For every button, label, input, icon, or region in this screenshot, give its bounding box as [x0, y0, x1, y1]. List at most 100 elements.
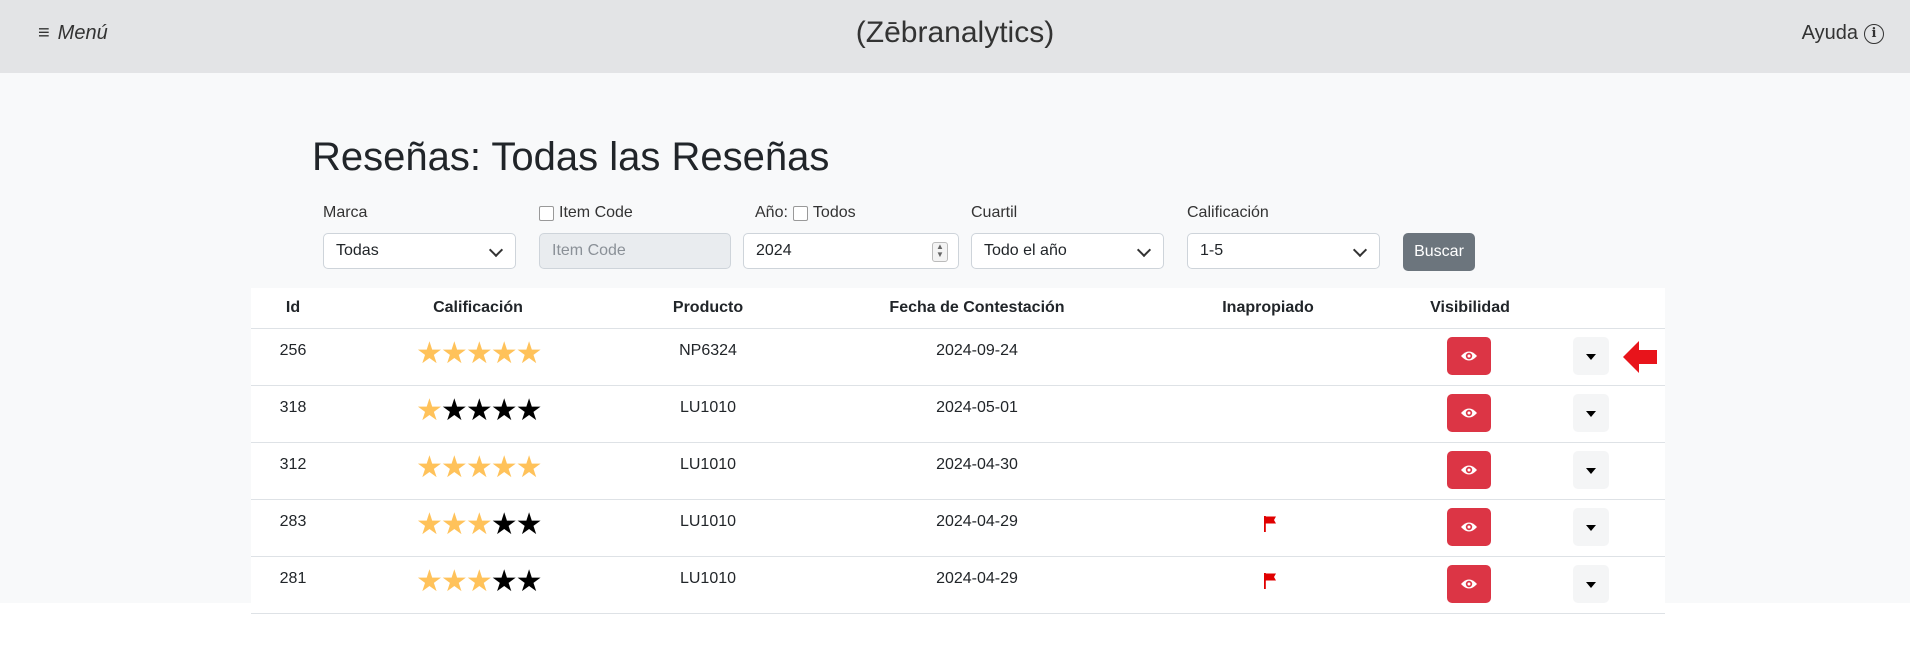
rating-stars: ★★★★★ — [416, 450, 543, 485]
flag-icon — [1263, 515, 1277, 533]
table-row: 281 LU1010 2024-04-29 ★★★★★ — [251, 557, 1665, 614]
header-inapropiado: Inapropiado — [1222, 299, 1314, 316]
star-icon: ★ — [440, 564, 468, 599]
star-icon: ★ — [440, 507, 468, 542]
visibility-button[interactable] — [1447, 337, 1491, 375]
star-icon: ★ — [416, 393, 443, 428]
row-date: 2024-05-01 — [936, 399, 1018, 416]
chevron-down-icon — [488, 242, 504, 258]
row-id: 281 — [279, 570, 307, 587]
caret-down-icon — [1586, 411, 1596, 417]
rating-stars: ★★★★★ — [416, 393, 543, 428]
cuartil-select[interactable]: Todo el año — [971, 233, 1164, 269]
star-icon: ★ — [490, 393, 518, 428]
table-header: Id Calificación Producto Fecha de Contes… — [251, 288, 1665, 329]
cuartil-label: Cuartil — [971, 204, 1018, 221]
row-date: 2024-09-24 — [936, 342, 1018, 359]
chevron-down-icon — [1352, 242, 1368, 258]
star-icon: ★ — [515, 336, 543, 371]
page-title: Reseñas: Todas las Reseñas — [312, 135, 830, 179]
caret-down-icon — [1586, 582, 1596, 588]
row-dropdown-button[interactable] — [1573, 394, 1609, 432]
marca-select[interactable]: Todas — [323, 233, 516, 269]
calificacion-select[interactable]: 1-5 — [1187, 233, 1380, 269]
eye-icon — [1461, 465, 1477, 475]
anio-todos-checkbox[interactable] — [792, 205, 808, 221]
anio-input[interactable]: 2024 ▲ ▼ — [743, 233, 959, 269]
chevron-down-icon — [1136, 242, 1152, 258]
header-fecha: Fecha de Contestación — [889, 299, 1065, 316]
star-icon: ★ — [416, 336, 443, 371]
calificacion-label: Calificación — [1187, 204, 1269, 221]
header-id: Id — [285, 299, 301, 316]
arrow-left-icon — [1621, 339, 1659, 380]
rating-stars: ★★★★★ — [416, 507, 543, 542]
row-product: LU1010 — [679, 399, 737, 416]
page: ≡ Menú (Zēbranalytics) Ayuda i Reseñas: … — [0, 0, 1910, 648]
star-icon: ★ — [440, 450, 468, 485]
star-icon: ★ — [490, 564, 518, 599]
row-id: 312 — [279, 456, 307, 473]
row-product: LU1010 — [679, 456, 737, 473]
table-row: 312 LU1010 2024-04-30 ★★★★★ — [251, 443, 1665, 500]
table-row: 256 NP6324 2024-09-24 ★★★★★ — [251, 329, 1665, 386]
row-product: LU1010 — [679, 513, 737, 530]
navbar: ≡ Menú (Zēbranalytics) Ayuda i — [0, 0, 1910, 73]
row-dropdown-button[interactable] — [1573, 508, 1609, 546]
row-dropdown-button[interactable] — [1573, 337, 1609, 375]
rating-stars: ★★★★★ — [416, 564, 543, 599]
star-icon: ★ — [465, 564, 493, 599]
row-dropdown-button[interactable] — [1573, 565, 1609, 603]
search-button[interactable]: Buscar — [1403, 233, 1475, 271]
row-date: 2024-04-29 — [936, 570, 1018, 587]
header-visibilidad: Visibilidad — [1430, 299, 1510, 316]
star-icon: ★ — [416, 564, 443, 599]
item-code-input[interactable]: Item Code — [539, 233, 731, 269]
caret-down-icon — [1586, 468, 1596, 474]
row-id: 283 — [279, 513, 307, 530]
table-row: 283 LU1010 2024-04-29 ★★★★★ — [251, 500, 1665, 557]
star-icon: ★ — [440, 336, 468, 371]
visibility-button[interactable] — [1447, 394, 1491, 432]
help-button[interactable]: Ayuda i — [1802, 22, 1884, 45]
star-icon: ★ — [515, 393, 543, 428]
row-date: 2024-04-29 — [936, 513, 1018, 530]
main-content: Reseñas: Todas las Reseñas Marca Item Co… — [0, 73, 1910, 614]
help-label: Ayuda — [1801, 22, 1858, 44]
flag-icon — [1263, 572, 1277, 590]
caret-down-icon — [1586, 525, 1596, 531]
star-icon: ★ — [515, 450, 543, 485]
visibility-button[interactable] — [1447, 508, 1491, 546]
star-icon: ★ — [515, 564, 543, 599]
info-icon: i — [1864, 23, 1884, 44]
number-spinner-icon[interactable]: ▲ ▼ — [932, 242, 948, 262]
eye-icon — [1461, 408, 1477, 418]
row-product: LU1010 — [679, 570, 737, 587]
star-icon: ★ — [440, 393, 468, 428]
star-icon: ★ — [465, 450, 493, 485]
header-calificacion: Calificación — [433, 299, 523, 316]
row-dropdown-button[interactable] — [1573, 451, 1609, 489]
visibility-button[interactable] — [1447, 451, 1491, 489]
star-icon: ★ — [465, 507, 493, 542]
visibility-button[interactable] — [1447, 565, 1491, 603]
eye-icon — [1461, 579, 1477, 589]
eye-icon — [1461, 351, 1477, 361]
star-icon: ★ — [465, 393, 493, 428]
anio-label: Año: Todos — [755, 204, 856, 221]
star-icon: ★ — [490, 450, 518, 485]
star-icon: ★ — [465, 336, 493, 371]
brand-title: (Zēbranalytics) — [855, 16, 1055, 49]
star-icon: ★ — [515, 507, 543, 542]
row-id: 318 — [279, 399, 307, 416]
star-icon: ★ — [490, 336, 518, 371]
star-icon: ★ — [490, 507, 518, 542]
row-id: 256 — [279, 342, 307, 359]
rating-stars: ★★★★★ — [416, 336, 543, 371]
header-producto: Producto — [672, 299, 744, 316]
reviews-table: Id Calificación Producto Fecha de Contes… — [251, 288, 1665, 614]
caret-down-icon — [1586, 354, 1596, 360]
star-icon: ★ — [416, 507, 443, 542]
item-code-checkbox[interactable] — [539, 205, 554, 221]
marca-label: Marca — [323, 204, 368, 221]
